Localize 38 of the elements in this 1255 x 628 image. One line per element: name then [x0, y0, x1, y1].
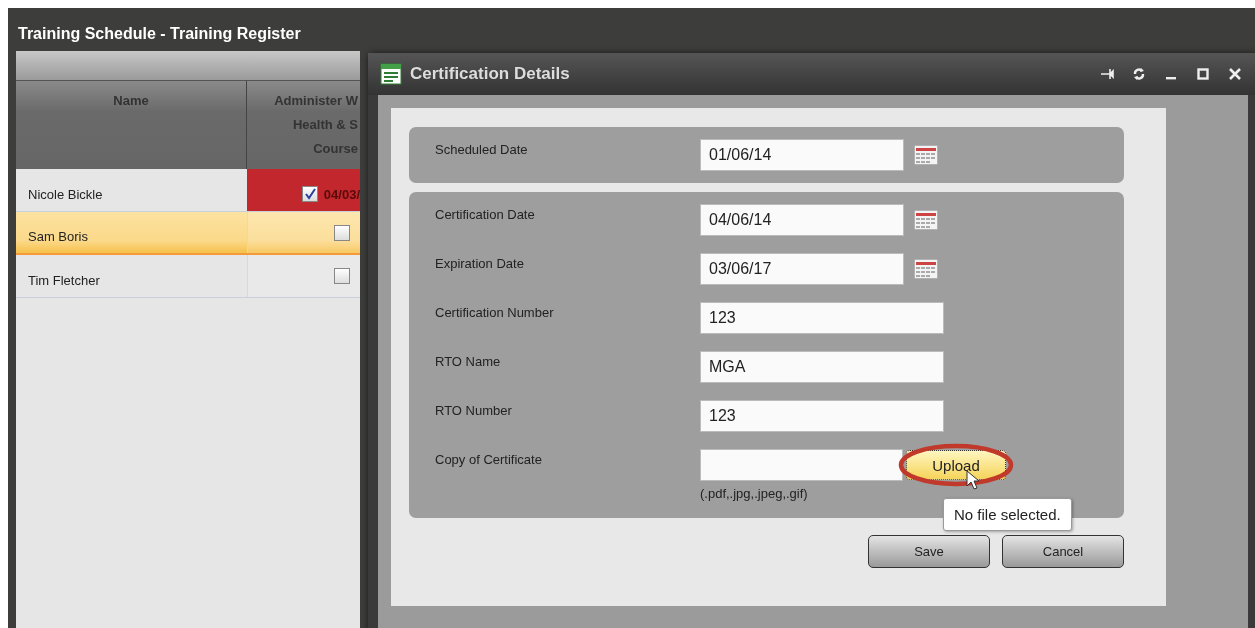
- maximize-icon[interactable]: [1196, 67, 1210, 81]
- pin-icon[interactable]: [1100, 67, 1114, 81]
- input-field[interactable]: MGA: [700, 351, 944, 383]
- field-label: RTO Number: [435, 402, 513, 418]
- dialog-button[interactable]: Cancel: [1002, 535, 1124, 568]
- close-icon[interactable]: [1228, 67, 1242, 81]
- grid-row[interactable]: Nicole Bickle 04/03/: [16, 169, 360, 212]
- table-cell-text: Sam Boris: [27, 228, 89, 246]
- checkbox[interactable]: [334, 224, 350, 241]
- form-icon: [380, 63, 402, 85]
- field-label: Expiration Date: [435, 255, 525, 271]
- checkbox[interactable]: [301, 186, 318, 202]
- date-text: 04/03/: [323, 187, 360, 202]
- date-field[interactable]: 01/06/14: [700, 139, 904, 171]
- grid-row[interactable]: Sam Boris: [16, 212, 360, 255]
- date-field[interactable]: 04/06/14: [700, 204, 904, 236]
- field-label: Copy of Certificate: [435, 451, 543, 467]
- tooltip: No file selected.: [943, 498, 1072, 531]
- hint-text: (.pdf,.jpg,.jpeg,.gif): [700, 486, 809, 503]
- window-title: Training Schedule - Training Register: [17, 24, 302, 44]
- table-cell-text: Tim Fletcher: [27, 272, 101, 290]
- file-field[interactable]: [700, 449, 903, 481]
- calendar-icon[interactable]: [914, 210, 938, 230]
- dialog-button[interactable]: Save: [868, 535, 990, 568]
- field-label: Scheduled Date: [435, 141, 529, 157]
- calendar-icon[interactable]: [914, 259, 938, 279]
- grid-row[interactable]: Tim Fletcher: [16, 255, 360, 298]
- refresh-icon[interactable]: [1132, 67, 1146, 81]
- date-field[interactable]: 03/06/17: [700, 253, 904, 285]
- checkbox[interactable]: [334, 268, 350, 284]
- input-field[interactable]: 123: [700, 302, 944, 334]
- field-label: Certification Date: [435, 206, 536, 222]
- field-label: Certification Number: [435, 304, 555, 320]
- input-field[interactable]: 123: [700, 400, 944, 432]
- field-label: RTO Name: [435, 353, 502, 369]
- table-cell-text: Nicole Bickle: [27, 186, 104, 204]
- calendar-icon[interactable]: [914, 145, 938, 165]
- dialog-title: Certification Details: [410, 64, 571, 84]
